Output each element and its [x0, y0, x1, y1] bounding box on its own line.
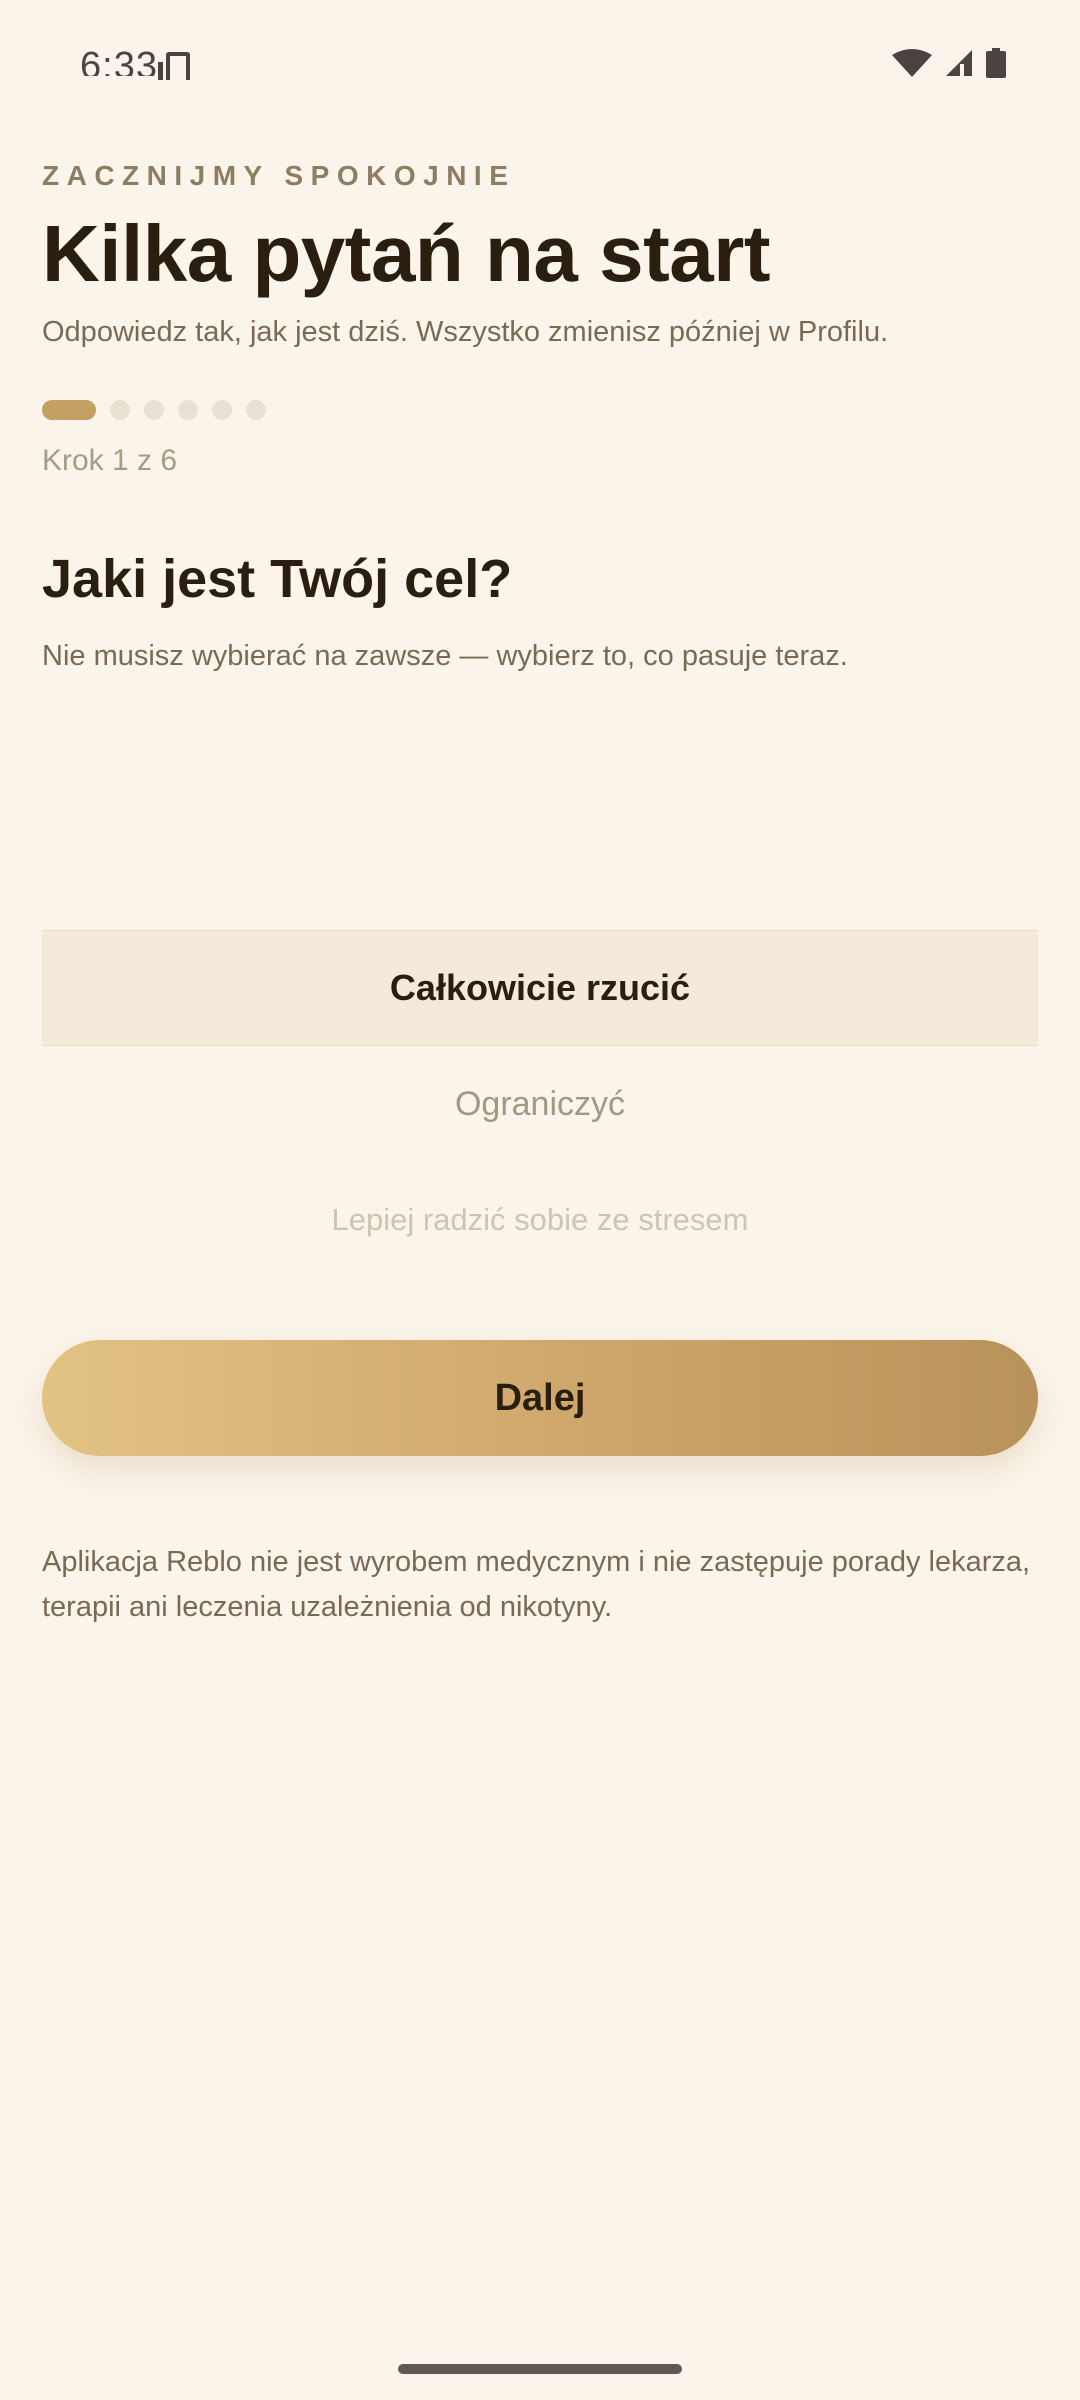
- status-time: 6:33: [80, 45, 158, 76]
- question-hint: Nie musisz wybierać na zawsze — wybierz …: [42, 640, 848, 672]
- picker-option-quit-completely[interactable]: Całkowicie rzucić: [42, 930, 1038, 1046]
- progress-dot-4: [178, 400, 198, 420]
- progress-dot-3: [144, 400, 164, 420]
- progress-dot-1: [42, 400, 96, 420]
- progress-dot-2: [110, 400, 130, 420]
- picker-option-reduce[interactable]: Ograniczyć: [42, 1046, 1038, 1162]
- home-indicator[interactable]: [398, 2364, 682, 2374]
- status-bar: 6:33: [0, 0, 1080, 110]
- picker-option-manage-stress[interactable]: Lepiej radzić sobie ze stresem: [42, 1162, 1038, 1278]
- signal-icon: [946, 50, 972, 76]
- medical-disclaimer: Aplikacja Reblo nie jest wyrobem medyczn…: [42, 1546, 1031, 1623]
- status-icons: [892, 48, 1006, 78]
- step-progress-indicator: [42, 400, 266, 420]
- progress-dot-5: [212, 400, 232, 420]
- wifi-icon: [892, 49, 932, 77]
- next-button[interactable]: Dalej: [42, 1340, 1038, 1456]
- eyebrow-label: ZACZNIJMY SPOKOJNIE: [42, 160, 516, 191]
- question-title: Jaki jest Twój cel?: [42, 549, 513, 609]
- page-subtitle: Odpowiedz tak, jak jest dziś. Wszystko z…: [42, 316, 889, 348]
- sim-card-icon: [158, 52, 190, 80]
- progress-dot-6: [246, 400, 266, 420]
- page-title: Kilka pytań na start: [42, 209, 771, 298]
- battery-icon: [986, 48, 1006, 78]
- step-label: Krok 1 z 6: [42, 444, 178, 477]
